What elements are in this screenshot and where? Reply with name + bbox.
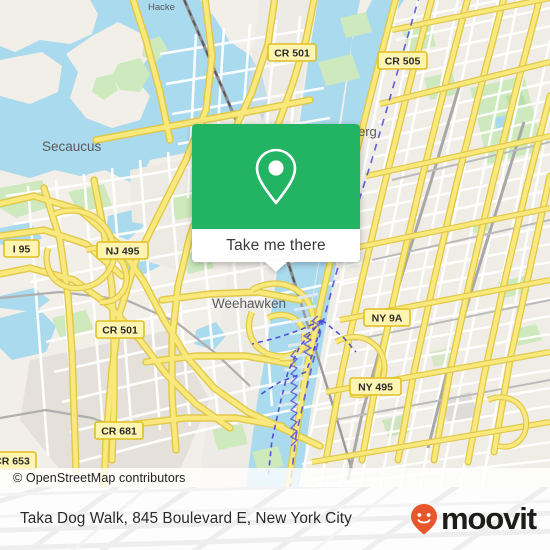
svg-text:CR 501: CR 501 [102,325,138,337]
place-label-hackensack: Hacke [148,2,175,13]
svg-text:CR 681: CR 681 [101,426,137,438]
place-label-secaucus: Secaucus [42,139,102,154]
svg-text:NY 9A: NY 9A [372,313,403,325]
popup-card-pointer [264,261,288,272]
osm-attribution-text[interactable]: © OpenStreetMap contributors [13,471,186,485]
road-shield-cr681: CR 681 [94,421,144,440]
road-shield-nj495: NJ 495 [96,241,149,260]
svg-text:I 95: I 95 [13,244,31,256]
road-shield-cr501-south: CR 501 [95,320,145,339]
road-shield-cr501-north: CR 501 [267,43,317,62]
svg-text:CR 505: CR 505 [385,56,421,68]
footer-bar: Taka Dog Walk, 845 Boulevard E, New York… [0,487,550,550]
location-address: Taka Dog Walk, 845 Boulevard E, New York… [20,487,352,550]
road-shield-ny9a: NY 9A [363,308,411,327]
road-shield-cr653: CR 653 [0,451,37,470]
place-label-guttenberg: erg [358,124,377,139]
road-shield-cr505: CR 505 [377,51,428,70]
moovit-wordmark: moovit [440,501,537,536]
place-label-weehawken: Weehawken [212,296,286,311]
road-shield-ny495: NY 495 [349,377,402,396]
road-shield-i95: I 95 [3,239,40,258]
popup-card-header [192,124,360,229]
svg-text:NJ 495: NJ 495 [106,246,140,258]
take-me-there-button[interactable]: Take me there [192,229,360,262]
svg-text:CR 501: CR 501 [274,48,310,60]
location-popup-card[interactable]: Take me there [192,124,360,272]
moovit-pin-icon [410,503,437,534]
svg-text:CR 653: CR 653 [0,456,30,468]
map-screenshot: Secaucus Weehawken Hacke erg CR 501 CR 5… [0,0,550,550]
svg-text:NY 495: NY 495 [358,382,393,394]
map-pin-icon [255,148,297,204]
moovit-logo[interactable]: moovit [410,487,537,550]
location-address-text: Taka Dog Walk, 845 Boulevard E, New York… [20,509,352,527]
take-me-there-label: Take me there [226,236,326,254]
map-attribution-bar: © OpenStreetMap contributors [0,468,550,488]
